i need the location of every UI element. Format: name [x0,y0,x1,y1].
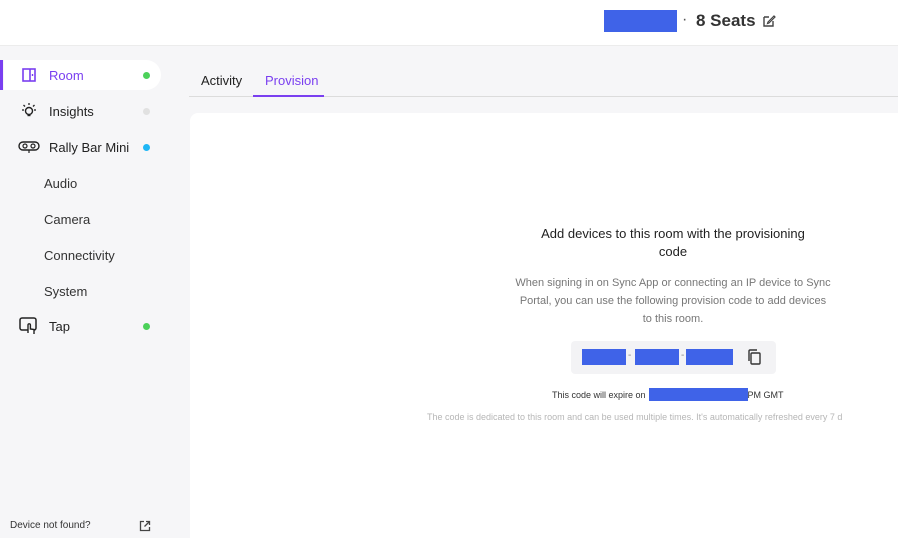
sidebar-subitem-connectivity[interactable]: Connectivity [44,248,115,263]
sidebar-item-insights[interactable]: Insights [4,96,161,126]
rally-bar-icon [18,137,40,157]
sidebar-subitem-camera[interactable]: Camera [44,212,90,227]
sidebar-subitem-audio[interactable]: Audio [44,176,77,191]
tap-icon [18,316,40,336]
seat-count: 8 Seats [696,11,756,30]
tab-bar: Activity Provision [189,63,898,97]
room-icon [18,65,40,85]
external-link-icon[interactable] [139,520,151,532]
code-separator: - [628,350,632,361]
header-separator: · [682,11,688,28]
code-segment-redacted [635,349,679,365]
expiry-prefix: This code will expire on [552,389,646,400]
provision-code-box: - - [571,341,776,374]
tab-provision[interactable]: Provision [265,73,318,88]
status-dot [143,143,150,151]
expiry-suffix: PM GMT [747,389,784,400]
active-tab-indicator [253,95,324,97]
status-dot [143,107,150,115]
room-name-redacted [604,10,677,32]
lightbulb-icon [18,101,40,121]
copy-icon[interactable] [747,349,761,365]
code-separator: - [681,350,685,361]
sidebar: Room Insights Rally Bar Mini Audio Camer… [0,46,170,538]
sidebar-item-room[interactable]: Room [0,60,161,90]
sidebar-item-label: Rally Bar Mini [49,139,130,155]
sidebar-item-label: Tap [49,318,70,334]
edit-icon[interactable] [762,14,776,28]
expiry-date-redacted [648,388,748,401]
top-header: · 8 Seats [0,0,898,46]
sidebar-item-label: Insights [49,103,94,119]
code-note: The code is dedicated to this room and c… [427,412,843,422]
sidebar-item-label: Room [49,67,84,83]
code-segment-redacted [686,349,733,365]
provision-description: When signing in on Sync App or connectin… [515,277,831,325]
sidebar-item-rally-bar-mini[interactable]: Rally Bar Mini [4,132,161,162]
device-not-found-link[interactable]: Device not found? [10,520,91,531]
sidebar-subitem-system[interactable]: System [44,284,87,299]
tab-activity[interactable]: Activity [201,73,242,88]
status-dot [143,71,150,79]
provision-title: Add devices to this room with the provis… [541,226,805,259]
sidebar-item-tap[interactable]: Tap [4,311,161,341]
status-dot [143,322,150,330]
code-expiry: This code will expire on PM GMT [552,388,784,401]
code-segment-redacted [582,349,626,365]
